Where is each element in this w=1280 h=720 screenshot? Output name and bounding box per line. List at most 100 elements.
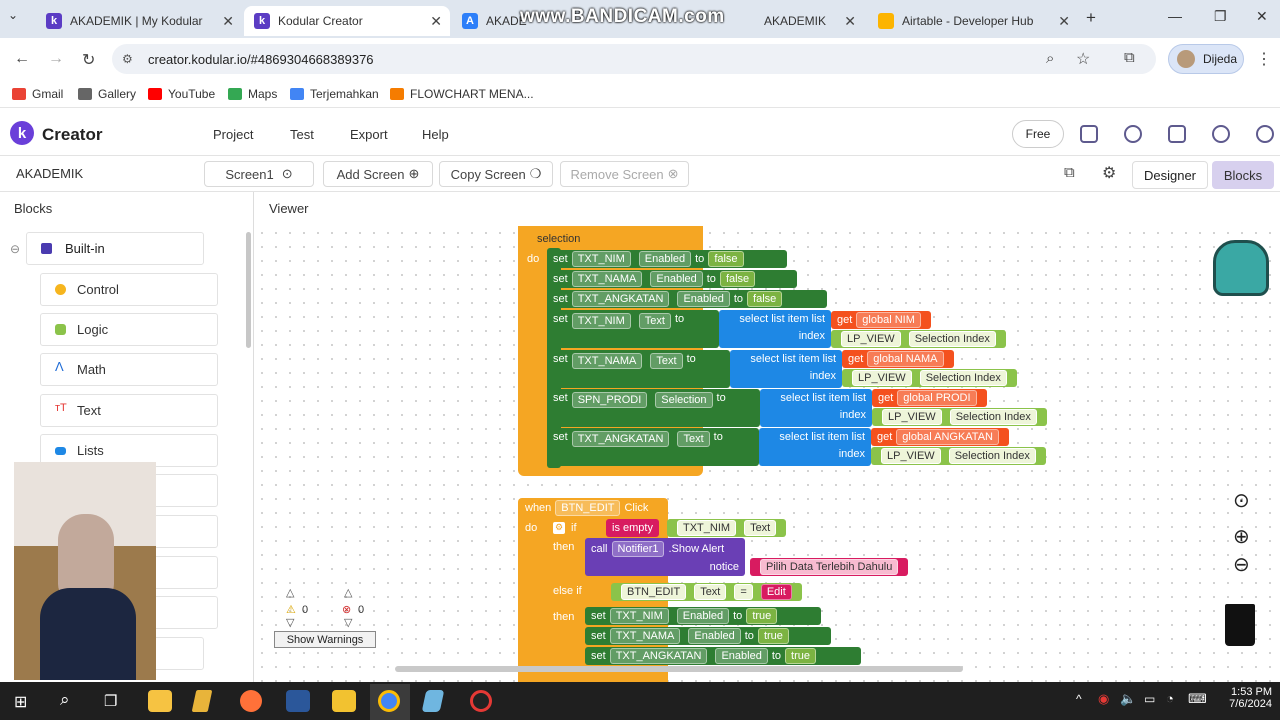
new-tab-icon[interactable]: + [1086, 8, 1096, 28]
bookmark-translate[interactable]: Terjemahkan [290, 87, 379, 101]
windows-start-icon[interactable]: ⊞ [14, 692, 27, 712]
search-icon[interactable]: ⌕ [60, 690, 70, 710]
global-variable-dropdown[interactable]: global NIM [856, 312, 921, 328]
close-tab-icon[interactable]: ✕ [844, 13, 856, 30]
component-dropdown[interactable]: TXT_ANGKATAN [571, 431, 670, 447]
keyboard-icon[interactable]: ⌨ [1188, 691, 1207, 707]
errors-down-arrow-icon[interactable]: ▽ [344, 616, 352, 629]
warnings-up-arrow-icon[interactable]: △ [286, 586, 294, 599]
add-screen-button[interactable]: Add Screen ⊕ [323, 161, 433, 187]
property-dropdown[interactable]: Text [694, 584, 727, 600]
txt-nim-text-getter[interactable]: TXT_NIM Text [667, 519, 787, 537]
blocks-workspace[interactable]: selection do set TXT_NIM Enabled to false se… [255, 226, 1280, 682]
set-selection-block[interactable]: set SPN_PRODI Selection to [547, 389, 760, 427]
set-text-block[interactable]: set TXT_NAMA Text to [547, 350, 730, 388]
close-tab-icon[interactable]: ✕ [430, 13, 442, 30]
builtin-category[interactable]: Built-in [26, 232, 204, 265]
task-view-icon[interactable]: ❐ [104, 692, 117, 710]
workspace-horizontal-scrollbar[interactable] [395, 666, 963, 672]
folder-icon[interactable] [1080, 125, 1098, 143]
set-enabled-block[interactable]: set TXT_ANGKATAN Enabled to true [585, 647, 861, 665]
tab-akademik-my-kodular[interactable]: k AKADEMIK | My Kodular ✕ [36, 6, 242, 36]
if-keyword[interactable]: ⚙ if [547, 519, 583, 537]
is-empty-block[interactable]: is empty [606, 519, 659, 537]
property-dropdown[interactable]: Enabled [676, 608, 730, 624]
url-text[interactable]: creator.kodular.io/#4869304668389376 [148, 52, 374, 67]
kodular-logo-icon[interactable]: k [10, 121, 34, 145]
copy-screen-button[interactable]: Copy Screen ❍ [439, 161, 553, 187]
category-text[interactable]: тT Text [40, 394, 218, 427]
docs-icon[interactable] [1168, 125, 1186, 143]
property-dropdown[interactable]: Enabled [688, 628, 741, 644]
set-enabled-block[interactable]: set TXT_NAMA Enabled to false [547, 270, 797, 288]
get-global-block[interactable]: get global NIM [831, 311, 931, 329]
firefox-icon[interactable] [240, 690, 262, 712]
component-dropdown[interactable]: TXT_NAMA [571, 271, 643, 287]
backpack-icon[interactable] [1213, 240, 1269, 296]
get-global-block[interactable]: get global PRODI [872, 389, 987, 407]
errors-up-arrow-icon[interactable]: △ [344, 586, 352, 599]
recenter-icon[interactable]: ⊙ [1233, 488, 1250, 513]
volume-icon[interactable]: 🔈 [1120, 691, 1136, 707]
kebab-menu-icon[interactable]: ⋮ [1256, 49, 1272, 69]
global-variable-dropdown[interactable]: global NAMA [867, 351, 944, 367]
blocks-tab[interactable]: Blocks [1212, 161, 1274, 189]
component-dropdown[interactable]: TXT_ANGKATAN [571, 291, 670, 307]
designer-tab[interactable]: Designer [1132, 161, 1208, 189]
property-dropdown[interactable]: Selection Index [948, 448, 1036, 464]
set-text-block[interactable]: set TXT_ANGKATAN Text to [547, 428, 759, 466]
set-enabled-block[interactable]: set TXT_ANGKATAN Enabled to false [547, 290, 827, 308]
category-math[interactable]: Λ Math [40, 353, 218, 386]
panel-scrollbar[interactable] [246, 232, 251, 348]
component-dropdown[interactable]: BTN_EDIT [555, 500, 621, 516]
boolean-dropdown[interactable]: false [747, 291, 783, 307]
component-dropdown[interactable]: LP_VIEW [881, 448, 941, 464]
global-variable-dropdown[interactable]: global PRODI [897, 390, 977, 406]
component-dropdown[interactable]: TXT_NIM [609, 608, 669, 624]
wifi-icon[interactable]: ◔ [1166, 691, 1174, 706]
message-text[interactable]: Pilih Data Terlebih Dahulu [760, 559, 899, 575]
warnings-down-arrow-icon[interactable]: ▽ [286, 616, 294, 629]
component-dropdown[interactable]: TXT_NAMA [571, 353, 643, 369]
battery-icon[interactable]: ▭ [1144, 692, 1155, 706]
file-explorer-icon[interactable] [148, 690, 172, 712]
global-variable-dropdown[interactable]: global ANGKATAN [896, 429, 999, 445]
property-dropdown[interactable]: Selection Index [919, 370, 1007, 386]
lp-view-selection-index-block[interactable]: LP_VIEW Selection Index [842, 369, 1017, 387]
property-dropdown[interactable]: Enabled [715, 648, 768, 664]
component-dropdown[interactable]: TXT_NIM [571, 251, 631, 267]
property-dropdown[interactable]: Enabled [638, 251, 692, 267]
screen-selector[interactable]: Screen1 ⊙ [204, 161, 314, 187]
chrome-icon[interactable] [378, 690, 400, 712]
menu-help[interactable]: Help [422, 127, 449, 142]
bookmark-gmail[interactable]: Gmail [12, 87, 63, 101]
category-logic[interactable]: Logic [40, 313, 218, 346]
menu-export[interactable]: Export [350, 127, 388, 142]
bookmark-flowchart[interactable]: FLOWCHART MENA... [390, 87, 534, 101]
boolean-dropdown[interactable]: false [708, 251, 744, 267]
zoom-icon[interactable]: ⌕ [1046, 50, 1054, 67]
property-dropdown[interactable]: Selection Index [949, 409, 1037, 425]
extensions-icon[interactable]: ⧉ [1124, 49, 1135, 66]
menu-test[interactable]: Test [290, 127, 314, 142]
lp-view-selection-index-block[interactable]: LP_VIEW Selection Index [831, 330, 1006, 348]
close-tab-icon[interactable]: ✕ [222, 13, 234, 30]
select-list-item-block[interactable]: select list item list index [760, 389, 872, 427]
zoom-out-icon[interactable]: ⊖ [1233, 552, 1250, 577]
site-info-icon[interactable]: ⚙ [122, 52, 133, 66]
bookmark-gallery[interactable]: Gallery [78, 87, 136, 101]
profile-button[interactable]: Dijeda [1168, 44, 1244, 74]
component-dropdown[interactable]: LP_VIEW [841, 331, 901, 347]
free-plan-button[interactable]: Free [1012, 120, 1064, 148]
close-window-icon[interactable]: ✕ [1256, 8, 1268, 25]
component-dropdown[interactable]: Notifier1 [611, 541, 665, 557]
bookmark-maps[interactable]: Maps [228, 87, 277, 101]
component-dropdown[interactable]: TXT_ANGKATAN [609, 648, 708, 664]
gear-mutator-icon[interactable]: ⚙ [553, 522, 565, 534]
bookmark-star-icon[interactable]: ☆ [1076, 49, 1090, 69]
component-dropdown[interactable]: LP_VIEW [852, 370, 912, 386]
component-dropdown[interactable]: TXT_NIM [677, 520, 737, 536]
tab-kodular-creator[interactable]: k Kodular Creator ✕ [244, 6, 450, 36]
dollar-icon[interactable] [1212, 125, 1230, 143]
property-dropdown[interactable]: Enabled [650, 271, 703, 287]
